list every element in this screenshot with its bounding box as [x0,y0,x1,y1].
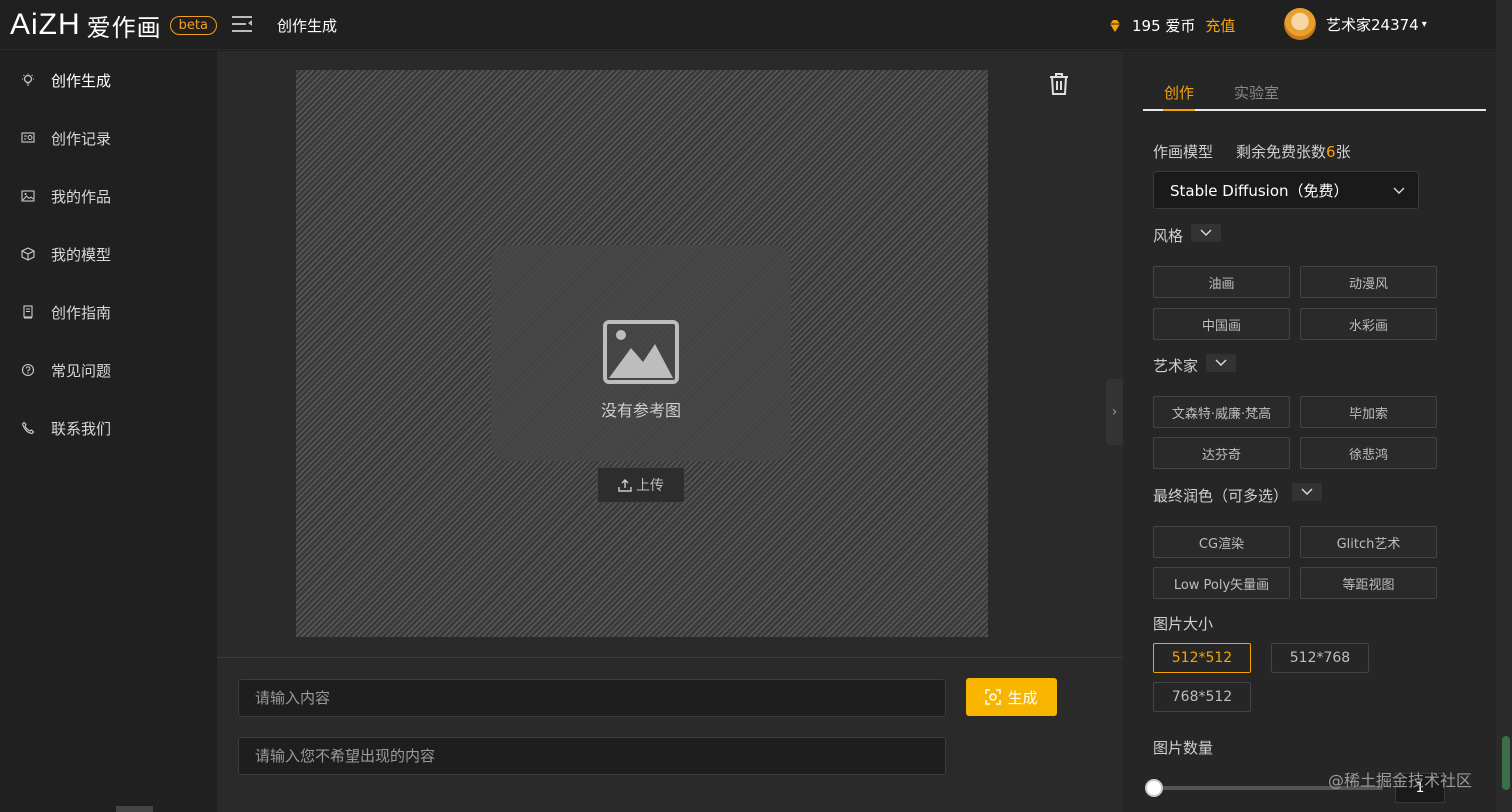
window-scrollbar[interactable] [1496,0,1512,812]
prompt-input[interactable] [238,679,946,717]
artist-option[interactable]: 毕加索 [1300,396,1437,428]
size-label: 图片大小 [1153,615,1214,633]
logo[interactable]: AiZH 爱作画 beta [10,8,217,42]
quota-suffix: 张 [1335,143,1351,161]
upload-icon [618,479,632,492]
question-icon [21,363,35,377]
count-slider-handle[interactable] [1145,779,1163,797]
user-menu[interactable]: 艺术家24374 ▾ [1284,8,1427,40]
sidebar-item-label: 创作记录 [51,129,112,148]
chevron-down-icon [1200,229,1212,236]
sidebar-item-contact[interactable]: 联系我们 [0,413,217,443]
style-option[interactable]: 油画 [1153,266,1290,298]
artist-toggle[interactable] [1206,354,1236,372]
cube-icon [21,247,35,261]
style-option[interactable]: 动漫风 [1300,266,1437,298]
model-select-value: Stable Diffusion（免费） [1170,181,1349,200]
size-option-selected[interactable]: 512*512 [1153,643,1251,673]
no-reference-text: 没有参考图 [600,401,681,420]
model-label: 作画模型 [1153,143,1214,161]
bulb-icon [22,73,34,86]
phone-icon [21,421,35,435]
chevron-down-icon [1393,187,1405,194]
main-area: 没有参考图 上传 生成 › [217,51,1123,812]
logo-text: 爱作画 [86,13,162,42]
image-icon [21,190,35,202]
image-placeholder-icon [603,320,679,384]
beta-badge: beta [169,15,217,35]
avatar[interactable] [1284,8,1316,40]
artist-option[interactable]: 文森特·威廉·梵高 [1153,396,1290,428]
style-label: 风格 [1153,227,1184,245]
finish-option[interactable]: Low Poly矢量画 [1153,567,1290,599]
artist-label: 艺术家 [1153,357,1199,375]
generate-button[interactable]: 生成 [966,678,1057,716]
upload-label: 上传 [636,478,664,494]
count-label: 图片数量 [1153,739,1214,757]
style-toggle[interactable] [1191,224,1221,242]
collapse-panel-chevron-right-icon[interactable]: › [1106,379,1123,445]
finish-label: 最终润色（可多选） [1153,487,1289,505]
artist-option[interactable]: 达芬奇 [1153,437,1290,469]
scan-icon [985,689,1002,705]
sidebar-item-create[interactable]: 创作生成 [0,65,217,95]
window-scrollbar-thumb[interactable] [1502,736,1510,790]
size-option[interactable]: 768*512 [1153,682,1251,712]
settings-panel: 创作 实验室 作画模型 剩余免费张数6张 Stable Diffusion（免费… [1123,51,1496,812]
style-option[interactable]: 水彩画 [1300,308,1437,340]
quota-prefix: 剩余免费张数 [1236,143,1327,161]
finish-option[interactable]: 等距视图 [1300,567,1437,599]
page-title: 创作生成 [277,17,338,35]
trash-icon[interactable] [1048,72,1070,96]
finish-toggle[interactable] [1292,483,1322,501]
model-select[interactable]: Stable Diffusion（免费） [1153,171,1419,209]
panel-tabs: 创作 实验室 [1143,79,1486,111]
sidebar-item-models[interactable]: 我的模型 [0,239,217,269]
recharge-link[interactable]: 充值 [1205,15,1235,36]
size-option[interactable]: 512*768 [1271,643,1369,673]
coin-balance: 195 爱币 充值 [1108,15,1235,36]
sidebar-item-label: 我的模型 [51,245,112,264]
upload-button[interactable]: 上传 [597,467,685,503]
chevron-down-icon [1215,359,1227,366]
generate-label: 生成 [1007,689,1038,707]
menu-collapse-icon[interactable] [232,13,254,35]
username[interactable]: 艺术家24374 [1326,14,1419,35]
sidebar-item-guide[interactable]: 创作指南 [0,297,217,327]
record-icon [21,132,35,143]
negative-prompt-input[interactable] [238,737,946,775]
sidebar-item-works[interactable]: 我的作品 [0,181,217,211]
free-quota: 剩余免费张数6张 [1236,141,1351,162]
watermark: @稀土掘金技术社区 [1328,771,1473,790]
finish-option[interactable]: CG渲染 [1153,526,1290,558]
artist-option[interactable]: 徐悲鸿 [1300,437,1437,469]
book-icon [23,305,33,319]
sidebar-item-records[interactable]: 创作记录 [0,123,217,153]
quota-number: 6 [1326,143,1336,161]
finish-option[interactable]: Glitch艺术 [1300,526,1437,558]
top-bar: AiZH 爱作画 beta 创作生成 195 爱币 充值 艺术家24374 ▾ [0,0,1496,50]
style-option[interactable]: 中国画 [1153,308,1290,340]
logo-mark: AiZH [10,8,81,41]
sidebar-item-faq[interactable]: 常见问题 [0,355,217,385]
chevron-down-icon [1301,488,1313,495]
reference-canvas: 没有参考图 上传 [296,70,988,637]
sidebar-item-label: 创作生成 [51,71,112,90]
diamond-icon [1110,19,1120,32]
divider [217,657,1123,658]
coin-amount: 195 爱币 [1132,17,1196,35]
sidebar: 创作生成 创作记录 我的作品 我的模型 创作指南 常见问题 联系我们 [0,51,217,812]
sidebar-scrollbar[interactable] [116,806,153,812]
sidebar-item-label: 联系我们 [51,419,112,438]
no-reference-placeholder: 没有参考图 [491,245,791,461]
sidebar-item-label: 我的作品 [51,187,112,206]
tab-create[interactable]: 创作 [1164,82,1194,103]
app-window: AiZH 爱作画 beta 创作生成 195 爱币 充值 艺术家24374 ▾ … [0,0,1512,812]
active-tab-indicator [1163,109,1195,111]
tab-lab[interactable]: 实验室 [1234,82,1279,103]
sidebar-item-label: 常见问题 [51,361,112,380]
sidebar-item-label: 创作指南 [51,303,112,322]
caret-down-icon[interactable]: ▾ [1422,19,1427,30]
